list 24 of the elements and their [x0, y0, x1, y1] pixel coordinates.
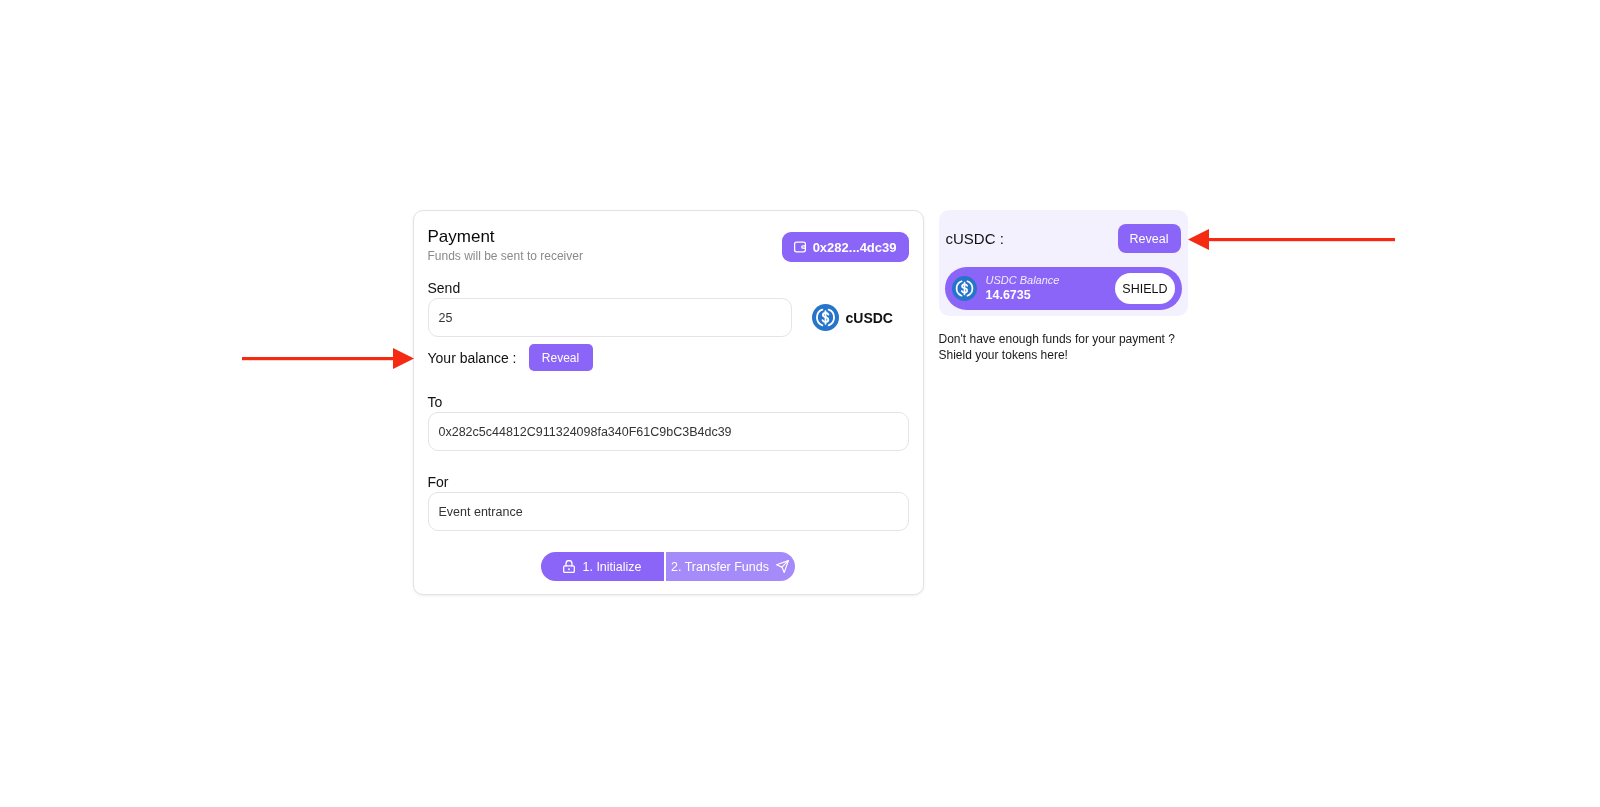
initialize-button[interactable]: 1. Initialize: [541, 552, 664, 581]
field-label: To: [427, 393, 444, 411]
lock-icon: [563, 560, 576, 573]
card-subtitle: Funds will be sent to receiver: [427, 248, 583, 264]
dollar-coin-icon: [951, 276, 977, 301]
recipient-address-field[interactable]: 0x282c5c44812C911324098fa340F61C9bC3B4dc39: [427, 412, 909, 451]
wallet-address-button[interactable]: 0x282...4dc39: [781, 232, 909, 262]
wallet-icon: [793, 241, 806, 253]
amount-field[interactable]: 25: [427, 298, 792, 337]
shield-button[interactable]: SHIELD: [1115, 273, 1175, 304]
card-title: Payment: [427, 226, 496, 248]
balance-amount: 14.6735: [985, 287, 1032, 303]
reveal-button[interactable]: Reveal: [528, 344, 593, 371]
field-label: For: [427, 473, 450, 491]
dollar-coin-icon: [811, 304, 839, 331]
send-icon: [776, 560, 789, 573]
token-name: cUSDC: [845, 309, 893, 326]
purpose-field[interactable]: Event entrance: [427, 492, 909, 531]
field-label: Send: [427, 279, 462, 297]
token-title: cUSDC :: [945, 230, 1004, 247]
balance-caption: USDC Balance: [985, 274, 1060, 287]
balance-label: Your balance :: [427, 349, 517, 366]
reveal-button[interactable]: Reveal: [1117, 224, 1181, 253]
shield-hint-text: Don't have enough funds for your payment ? Shield your tokens here!: [938, 331, 1176, 363]
